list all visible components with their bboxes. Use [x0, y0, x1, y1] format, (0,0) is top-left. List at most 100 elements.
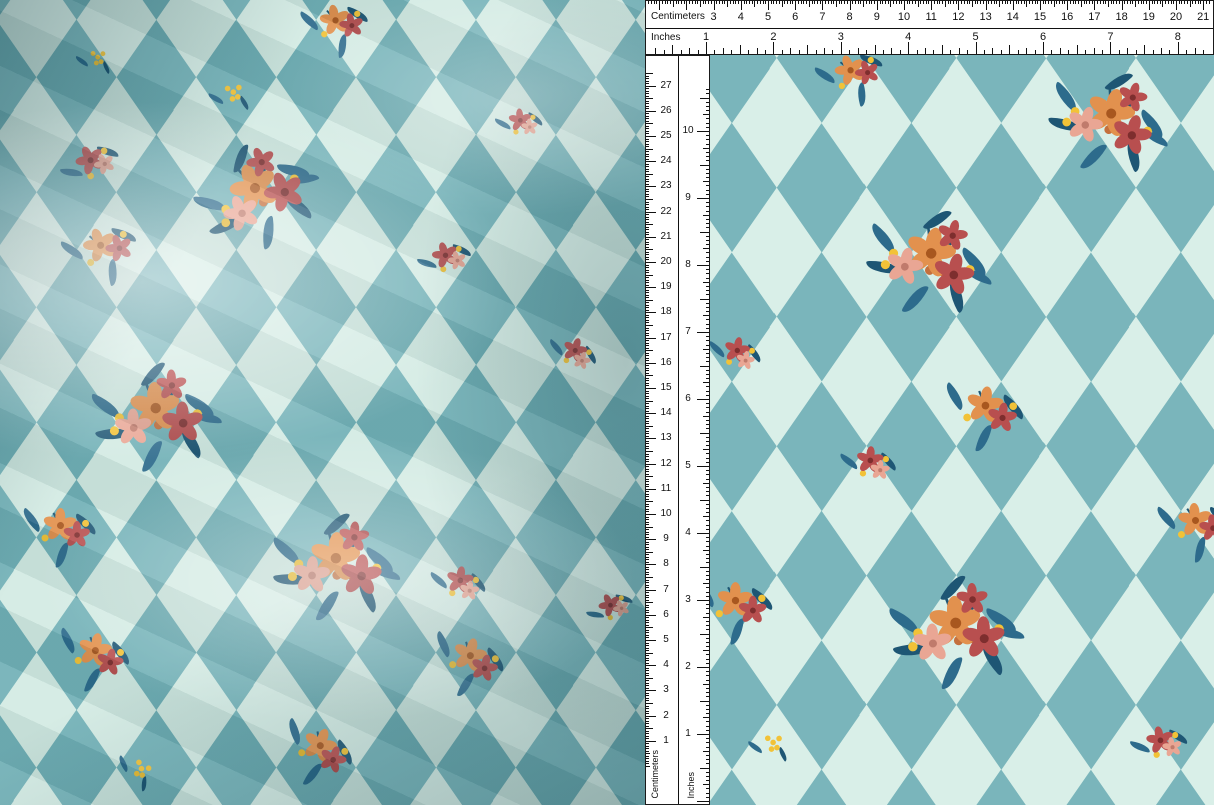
inch-tick: [959, 48, 960, 54]
cm-tick: [646, 423, 649, 424]
inch-tick: [706, 458, 709, 459]
leaf-icon: [1080, 139, 1108, 173]
inch-tick: [1094, 48, 1095, 54]
inch-tick: [1186, 50, 1187, 54]
cm-tick: [646, 537, 649, 538]
cm-tick: [646, 509, 649, 510]
cm-tick: [646, 476, 653, 477]
cm-tick: [1113, 1, 1114, 4]
cm-tick: [646, 280, 649, 281]
cm-tick: [803, 1, 804, 4]
cm-tick: [912, 1, 913, 4]
cm-tick: [961, 1, 962, 4]
cm-tick: [646, 418, 649, 419]
inch-tick: [706, 290, 709, 291]
cm-tick: [646, 433, 649, 434]
cm-tick: [646, 446, 649, 447]
inch-tick: [703, 114, 709, 115]
cm-tick: [1138, 1, 1139, 4]
cm-number: 3: [657, 685, 675, 695]
inch-number: 10: [681, 126, 695, 136]
cm-tick: [646, 315, 649, 316]
draped-fabric-photo: [0, 0, 645, 805]
inch-tick: [706, 190, 709, 191]
inch-tick: [706, 621, 709, 622]
cm-tick: [670, 1, 671, 4]
inch-tick: [706, 537, 709, 538]
inch-tick: [706, 546, 709, 547]
cm-tick: [1124, 1, 1125, 4]
cm-tick: [1141, 1, 1142, 4]
inch-tick: [984, 50, 985, 54]
cm-number: 11: [922, 12, 940, 23]
cm-tick: [646, 126, 649, 127]
cm-tick: [646, 700, 649, 701]
cm-number: 27: [657, 81, 675, 91]
cm-tick: [646, 322, 649, 323]
inch-tick: [748, 50, 749, 54]
inch-tick: [706, 608, 709, 609]
cm-tick: [1018, 1, 1019, 4]
cm-tick: [646, 517, 649, 518]
cm-tick: [1089, 1, 1090, 4]
cm-number: 24: [657, 156, 675, 166]
cm-tick: [907, 1, 908, 4]
cm-tick: [646, 325, 653, 326]
inch-number: 3: [681, 595, 695, 605]
cm-tick: [646, 552, 653, 553]
cm-tick: [888, 1, 889, 4]
cm-tick: [646, 426, 653, 427]
cm-tick: [646, 489, 656, 490]
cm-tick: [646, 456, 649, 457]
cm-tick: [822, 1, 823, 10]
inch-number: 4: [681, 528, 695, 538]
inch-tick: [706, 638, 709, 639]
cm-tick: [646, 713, 649, 714]
inch-tick: [706, 738, 709, 739]
inch-tick: [706, 529, 709, 530]
cm-tick: [646, 254, 649, 255]
inch-tick: [706, 311, 709, 312]
cm-tick: [646, 262, 656, 263]
cm-tick: [646, 655, 649, 656]
cm-tick: [646, 136, 656, 137]
cm-tick: [744, 1, 745, 4]
cm-tick: [646, 73, 653, 74]
cm-tick: [646, 542, 649, 543]
cm-tick: [646, 169, 649, 170]
inch-tick: [706, 495, 709, 496]
cm-tick: [646, 690, 656, 691]
cm-tick: [646, 673, 649, 674]
flower-center: [1210, 525, 1214, 531]
inch-tick: [1001, 50, 1002, 54]
cm-tick: [646, 282, 649, 283]
cm-tick: [646, 718, 649, 719]
cm-tick: [646, 610, 649, 611]
cm-tick: [646, 108, 649, 109]
inch-tick: [703, 784, 709, 785]
cm-tick: [646, 736, 649, 737]
cm-tick: [828, 1, 829, 4]
inch-tick: [703, 181, 709, 182]
inch-tick: [967, 50, 968, 54]
cm-tick: [1105, 1, 1106, 4]
cm-tick: [673, 1, 674, 7]
cm-tick: [646, 365, 649, 366]
cm-tick: [999, 1, 1000, 7]
cm-tick: [646, 93, 649, 94]
cm-tick: [646, 698, 649, 699]
cm-tick: [646, 171, 649, 172]
cm-tick: [646, 527, 653, 528]
cm-tick: [646, 721, 649, 722]
inch-tick: [799, 50, 800, 54]
cm-tick: [646, 645, 649, 646]
cm-tick: [646, 353, 649, 354]
fabric-fold-shading: [0, 0, 645, 805]
cm-tick: [646, 139, 649, 140]
cm-tick: [996, 1, 997, 4]
inch-number: 4: [899, 32, 917, 43]
cm-number: 10: [895, 12, 913, 23]
inch-tick: [672, 45, 673, 54]
cm-tick: [646, 469, 649, 470]
inch-tick: [790, 48, 791, 54]
